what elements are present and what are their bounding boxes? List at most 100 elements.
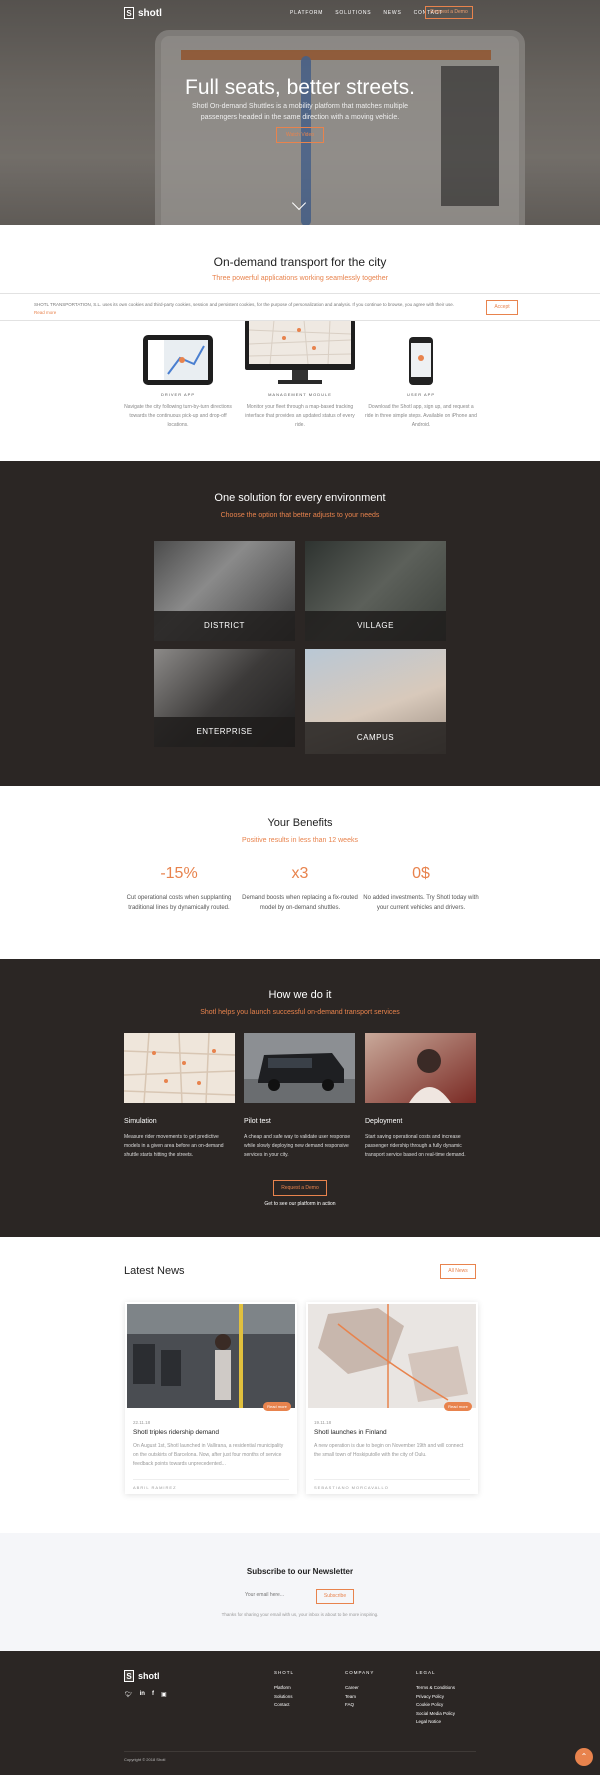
footer-link-privacy[interactable]: Privacy Policy (416, 1693, 455, 1702)
footer-col-company: COMPANY Career Team FAQ (345, 1670, 374, 1710)
user-app-desc: Download the Shotl app, sign up, and req… (365, 404, 477, 428)
footer-link-platform[interactable]: Platform (274, 1684, 294, 1693)
footer-col-title: COMPANY (345, 1670, 375, 1675)
tile-village-label: VILLAGE (305, 611, 446, 641)
ondemand-title: On-demand transport for the city (213, 255, 387, 269)
benefit-demand: x3 Demand boosts when replacing a fix-ro… (240, 865, 360, 913)
how-card-pilot-title: Pilot test (244, 1118, 271, 1125)
how-request-demo-button[interactable]: Request a Demo (273, 1180, 327, 1196)
how-card-simulation-title: Simulation (124, 1118, 157, 1125)
newsletter-note: Thanks for sharing your email with us, y… (221, 1612, 379, 1617)
cookie-text: SHOTL TRANSPORTATION, S.L. uses its own … (34, 302, 454, 315)
news-author: SEBASTIANO MORCAVALLO (314, 1479, 470, 1490)
footer-col-title: LEGAL (416, 1670, 436, 1675)
footer-logo-mark: S (124, 1670, 134, 1682)
page: S shotl PLATFORM SOLUTIONS NEWS CONTACT … (0, 0, 600, 1775)
how-card-deployment-text: Start saving operational costs and incre… (365, 1134, 466, 1158)
all-news-button[interactable]: All News (440, 1264, 476, 1279)
tile-district[interactable]: DISTRICT (154, 541, 295, 641)
benefit-demand-number: x3 (291, 865, 309, 882)
back-to-top-button[interactable]: ⌃ (575, 1748, 593, 1766)
how-card-pilot-text: A cheap and safe way to validate user re… (244, 1134, 351, 1158)
facebook-icon[interactable]: f (152, 1691, 154, 1698)
benefit-investment-text: No added investments. Try Shotl today wi… (363, 895, 479, 911)
footer-link-cookie-policy[interactable]: Cookie Policy (416, 1701, 455, 1710)
how-card-simulation-text: Measure rider movements to get predictiv… (124, 1134, 224, 1158)
how-card-deployment-title: Deployment (365, 1118, 403, 1125)
environments-subtitle: Choose the option that better adjusts to… (220, 512, 380, 519)
footer-divider (124, 1751, 476, 1752)
news-card[interactable]: Read more 22.11.18 Shotl triples ridersh… (125, 1302, 297, 1494)
cookie-read-more-link[interactable]: Read more (34, 310, 56, 315)
how-title: How we do it (268, 989, 332, 1001)
pilot-van-image (244, 1033, 355, 1103)
newsletter-email-input[interactable] (245, 1587, 315, 1603)
environments-section: One solution for every environment Choos… (0, 461, 600, 786)
benefits-subtitle: Positive results in less than 12 weeks (242, 837, 358, 844)
news-excerpt: A new operation is due to begin on Novem… (314, 1443, 464, 1458)
tile-village[interactable]: VILLAGE (305, 541, 446, 641)
user-app-label: USER APP (406, 392, 435, 397)
footer-link-social-media-policy[interactable]: Social Media Policy (416, 1710, 455, 1719)
logo-mark: S (124, 7, 134, 19)
logo-text: shotl (138, 7, 162, 19)
newsletter-subscribe-button[interactable]: Subscribe (316, 1589, 354, 1604)
benefit-cost-text: Cut operational costs when supplanting t… (126, 895, 232, 911)
footer-link-career[interactable]: Career (345, 1684, 374, 1693)
footer: S shotl 🐦︎ in f ▣ SHOTL Platform Solutio… (0, 1651, 600, 1775)
nav-request-demo-button[interactable]: Request a Demo (425, 6, 473, 19)
tile-campus[interactable]: CAMPUS (305, 649, 446, 754)
news-author: ABRIL RAMIREZ (133, 1479, 289, 1490)
news-date: 19.11.18 (314, 1420, 332, 1425)
cookie-accept-button[interactable]: Accept (486, 300, 518, 315)
tile-campus-label: CAMPUS (305, 722, 446, 754)
news-bus-image (127, 1304, 295, 1408)
footer-logo-text: shotl (138, 1671, 160, 1681)
footer-link-legal-notice[interactable]: Legal Notice (416, 1718, 455, 1727)
footer-link-faq[interactable]: FAQ (345, 1701, 374, 1710)
tile-enterprise[interactable]: ENTERPRISE (154, 649, 295, 747)
nav-platform[interactable]: PLATFORM (290, 10, 323, 16)
watch-video-button[interactable]: Watch Video (276, 127, 324, 143)
hero-title: Full seats, better streets. (185, 76, 415, 99)
news-date: 22.11.18 (133, 1420, 151, 1425)
news-read-more-button[interactable]: Read more (444, 1402, 472, 1411)
twitter-icon[interactable]: 🐦︎ (125, 1691, 133, 1698)
footer-link-team[interactable]: Team (345, 1693, 374, 1702)
cookie-banner: SHOTL TRANSPORTATION, S.L. uses its own … (0, 293, 600, 321)
benefit-demand-text: Demand boosts when replacing a fix-route… (242, 895, 358, 911)
nav-solutions[interactable]: SOLUTIONS (335, 10, 371, 16)
instagram-icon[interactable]: ▣ (161, 1691, 167, 1698)
newsletter-section: Subscribe to our Newsletter Subscribe Th… (0, 1533, 600, 1651)
how-card-pilot: Pilot test A cheap and safe way to valid… (244, 1033, 355, 1160)
benefits-title: Your Benefits (267, 817, 333, 829)
hero: S shotl PLATFORM SOLUTIONS NEWS CONTACT … (0, 0, 600, 225)
footer-link-contact[interactable]: Contact (274, 1701, 294, 1710)
news-title: Latest News (124, 1265, 185, 1277)
benefit-cost-number: -15% (160, 865, 198, 882)
how-note: Get to see our platform in action (264, 1201, 336, 1207)
linkedin-icon[interactable]: in (140, 1691, 145, 1698)
news-title-link[interactable]: Shotl launches in Finland (314, 1429, 387, 1436)
logo[interactable]: S shotl (124, 7, 162, 19)
social-links: 🐦︎ in f ▣ (125, 1691, 167, 1698)
driver-app-tablet-image (143, 335, 213, 385)
news-title-link[interactable]: Shotl triples ridership demand (133, 1429, 219, 1436)
environments-title: One solution for every environment (214, 492, 386, 504)
news-excerpt: On August 1st, Shotl launched in Vallira… (133, 1443, 284, 1467)
management-module-monitor-image (245, 320, 355, 384)
news-read-more-button[interactable]: Read more (263, 1402, 291, 1411)
news-finland-map-image (308, 1304, 476, 1408)
footer-logo[interactable]: S shotl (124, 1670, 160, 1682)
news-card[interactable]: Read more 19.11.18 Shotl launches in Fin… (306, 1302, 478, 1494)
footer-col-shotl: SHOTL Platform Solutions Contact (274, 1670, 294, 1710)
nav-news[interactable]: NEWS (383, 10, 401, 16)
how-card-deployment: Deployment Start saving operational cost… (365, 1033, 476, 1160)
footer-link-solutions[interactable]: Solutions (274, 1693, 294, 1702)
footer-link-terms[interactable]: Terms & Conditions (416, 1684, 455, 1693)
copyright: Copyright © 2018 Shotl (124, 1757, 166, 1762)
tile-enterprise-label: ENTERPRISE (154, 717, 295, 747)
how-card-simulation: Simulation Measure rider movements to ge… (123, 1032, 236, 1160)
footer-col-title: SHOTL (274, 1670, 295, 1675)
ondemand-subtitle: Three powerful applications working seam… (212, 275, 388, 282)
